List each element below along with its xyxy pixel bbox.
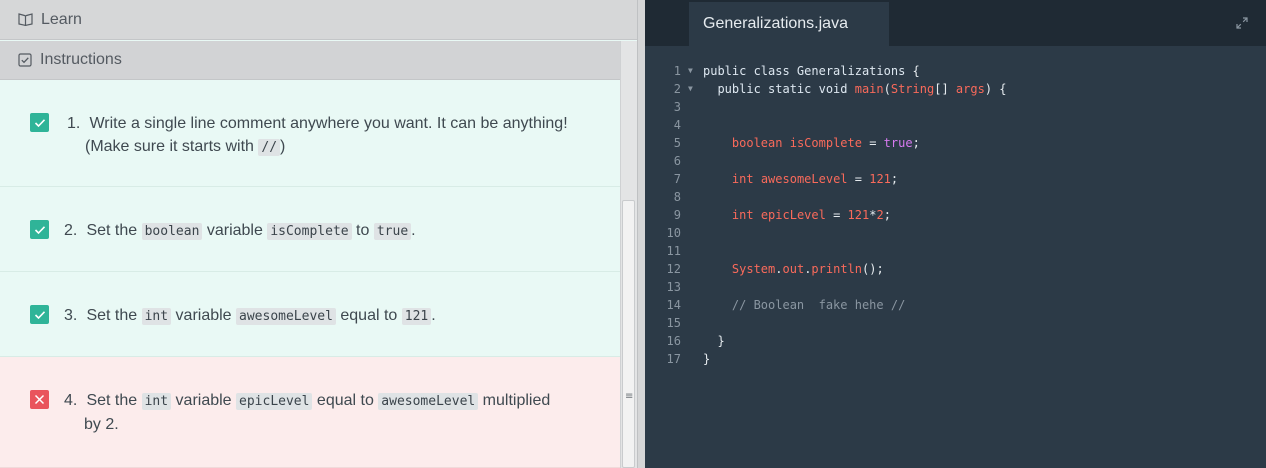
line-number: 12: [666, 262, 681, 276]
checkpoint-text: 4. Set the int variable epicLevel equal …: [64, 389, 594, 436]
line-number: 9: [673, 208, 681, 222]
code-line-17: }: [703, 352, 711, 366]
line-number: 15: [666, 316, 681, 330]
text: .: [411, 222, 416, 239]
line-number: 17: [666, 352, 681, 366]
text: variable: [171, 307, 237, 324]
checkbox-icon: [18, 53, 32, 67]
instructions-panel: Learn Instructions 1. Write a single lin…: [0, 0, 637, 468]
code-line-14: // Boolean fake hehe //: [703, 298, 906, 312]
instructions-tab[interactable]: Instructions: [0, 41, 620, 80]
checkpoint-text: 2. Set the boolean variable isComplete t…: [64, 219, 604, 243]
checkpoint-item-3: 3. Set the int variable awesomeLevel equ…: [0, 272, 620, 357]
expand-icon[interactable]: [1236, 16, 1248, 34]
text: Set the: [86, 307, 142, 324]
item-number: 1.: [67, 115, 81, 132]
learn-tab[interactable]: Learn: [0, 0, 637, 40]
checkpoint-text: 3. Set the int variable awesomeLevel equ…: [64, 304, 604, 328]
scrollbar-thumb[interactable]: [622, 200, 635, 468]
file-tab[interactable]: Generalizations.java: [689, 2, 889, 46]
line-number: 3: [673, 100, 681, 114]
code-line-7: int awesomeLevel = 121;: [731, 172, 899, 186]
text: Set the: [86, 392, 142, 409]
item-line: Write a single line comment anywhere you…: [89, 115, 568, 132]
item-number: 4.: [64, 392, 78, 409]
instructions-label: Instructions: [40, 51, 122, 68]
book-icon: [18, 13, 33, 26]
learn-label: Learn: [41, 10, 82, 28]
code-line-12: System.out.println();: [731, 262, 884, 276]
text: variable: [202, 222, 268, 239]
inline-code: int: [141, 393, 172, 410]
checkpoint-item-2: 2. Set the boolean variable isComplete t…: [0, 187, 620, 272]
code-editor-panel: Generalizations.java 1 2 3 4 5 6 7 8 9 1…: [645, 0, 1266, 468]
code-line-5: boolean isComplete = true;: [731, 136, 920, 150]
item-number: 2.: [64, 222, 78, 239]
inline-code: awesomeLevel: [236, 308, 336, 325]
item-line: ): [280, 138, 286, 155]
inline-code: isComplete: [267, 223, 352, 240]
line-number: 7: [673, 172, 681, 186]
text: to: [351, 222, 374, 239]
inline-code: awesomeLevel: [378, 393, 479, 410]
line-number: 5: [673, 136, 681, 150]
text: equal to: [335, 307, 402, 324]
pane-splitter[interactable]: [637, 0, 645, 468]
fold-arrow-icon[interactable]: ▼: [688, 80, 693, 98]
editor-tab-bar: Generalizations.java: [645, 0, 1266, 46]
code-line-16: }: [703, 334, 725, 348]
line-number: 11: [666, 244, 681, 258]
code-line-2: public static void main(String[] args) {: [703, 82, 1007, 96]
check-icon: [30, 220, 49, 239]
inline-code: true: [373, 223, 412, 240]
item-number: 3.: [64, 307, 78, 324]
checkpoint-item-1: 1. Write a single line comment anywhere …: [0, 80, 620, 187]
text: Set the: [86, 222, 142, 239]
line-number: 4: [673, 118, 681, 132]
inline-code: epicLevel: [236, 393, 313, 410]
checkpoint-text: 1. Write a single line comment anywhere …: [67, 112, 587, 159]
checkpoint-list: 1. Write a single line comment anywhere …: [0, 80, 620, 468]
inline-code: int: [141, 308, 172, 325]
line-number: 2: [673, 82, 681, 96]
text: .: [431, 307, 436, 324]
fold-arrow-icon[interactable]: ▼: [688, 62, 693, 80]
inline-code: //: [258, 139, 281, 156]
text: equal to: [312, 392, 379, 409]
line-number: 6: [673, 154, 681, 168]
item-line: (Make sure it starts with: [85, 138, 259, 155]
line-number: 16: [666, 334, 681, 348]
line-number: 14: [666, 298, 681, 312]
check-icon: [30, 113, 49, 132]
inline-code: 121: [401, 308, 432, 325]
text: by 2.: [84, 416, 119, 433]
text: multiplied: [478, 392, 551, 409]
inline-code: boolean: [141, 223, 203, 240]
splitter-grip-icon[interactable]: ≡: [625, 391, 633, 402]
line-number: 10: [666, 226, 681, 240]
line-number: 13: [666, 280, 681, 294]
code-line-9: int epicLevel = 121*2;: [731, 208, 891, 222]
file-tab-label: Generalizations.java: [703, 15, 848, 32]
checkpoint-item-4: 4. Set the int variable epicLevel equal …: [0, 357, 620, 468]
text: variable: [171, 392, 237, 409]
check-icon: [30, 305, 49, 324]
line-number: 1: [673, 64, 681, 78]
error-icon: [30, 390, 49, 409]
line-number: 8: [673, 190, 681, 204]
code-line-1: public class Generalizations {: [703, 64, 920, 78]
